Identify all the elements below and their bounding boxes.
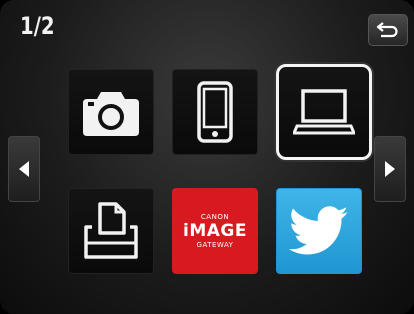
twitter-tile[interactable] bbox=[276, 188, 362, 274]
twitter-icon bbox=[289, 206, 348, 255]
computer-tile[interactable] bbox=[276, 64, 372, 160]
triangle-right-icon bbox=[385, 161, 395, 177]
printer-icon bbox=[84, 202, 138, 259]
smartphone-icon bbox=[197, 81, 233, 143]
canon-image-gateway-tile[interactable]: CANON iMAGE GATEWAY bbox=[172, 188, 258, 274]
camera-icon bbox=[83, 92, 139, 136]
triangle-left-icon bbox=[19, 161, 29, 177]
back-button[interactable] bbox=[368, 14, 408, 46]
page-indicator: 1/2 bbox=[20, 12, 55, 40]
camera-tile[interactable] bbox=[68, 69, 154, 155]
previous-page-button[interactable] bbox=[8, 136, 40, 202]
logo-middle-text: iMAGE bbox=[183, 220, 247, 241]
laptop-icon bbox=[293, 89, 355, 135]
smartphone-tile[interactable] bbox=[172, 69, 258, 155]
canon-image-gateway-logo: CANON iMAGE GATEWAY bbox=[183, 213, 247, 250]
logo-bottom-text: GATEWAY bbox=[196, 240, 234, 249]
next-page-button[interactable] bbox=[374, 136, 406, 202]
return-arrow-icon bbox=[376, 22, 398, 38]
wifi-destination-screen: 1/2 CANON iMAGE GATEWAY bbox=[0, 0, 414, 314]
printer-tile[interactable] bbox=[68, 188, 154, 274]
